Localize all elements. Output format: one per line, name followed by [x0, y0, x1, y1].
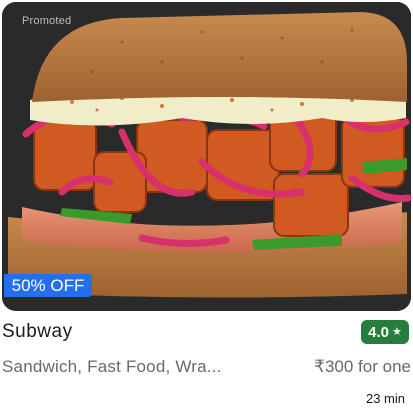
rating-badge: 4.0 ★	[361, 320, 409, 344]
cuisine-list: Sandwich, Fast Food, Wra...	[2, 357, 222, 376]
restaurant-image[interactable]: Promoted 50% OFF	[2, 2, 411, 311]
promoted-label: Promoted	[22, 15, 72, 27]
price-for-one: ₹300 for one	[314, 357, 411, 376]
rating-value: 4.0	[368, 323, 389, 341]
restaurant-name[interactable]: Subway	[2, 321, 73, 343]
delivery-time: 23 min	[365, 391, 405, 406]
offer-badge: 50% OFF	[4, 274, 92, 297]
restaurant-card[interactable]: Promoted 50% OFF Subway 4.0 ★ Sandwich, …	[0, 0, 413, 420]
star-icon: ★	[391, 325, 402, 338]
sandwich-illustration	[2, 2, 411, 311]
